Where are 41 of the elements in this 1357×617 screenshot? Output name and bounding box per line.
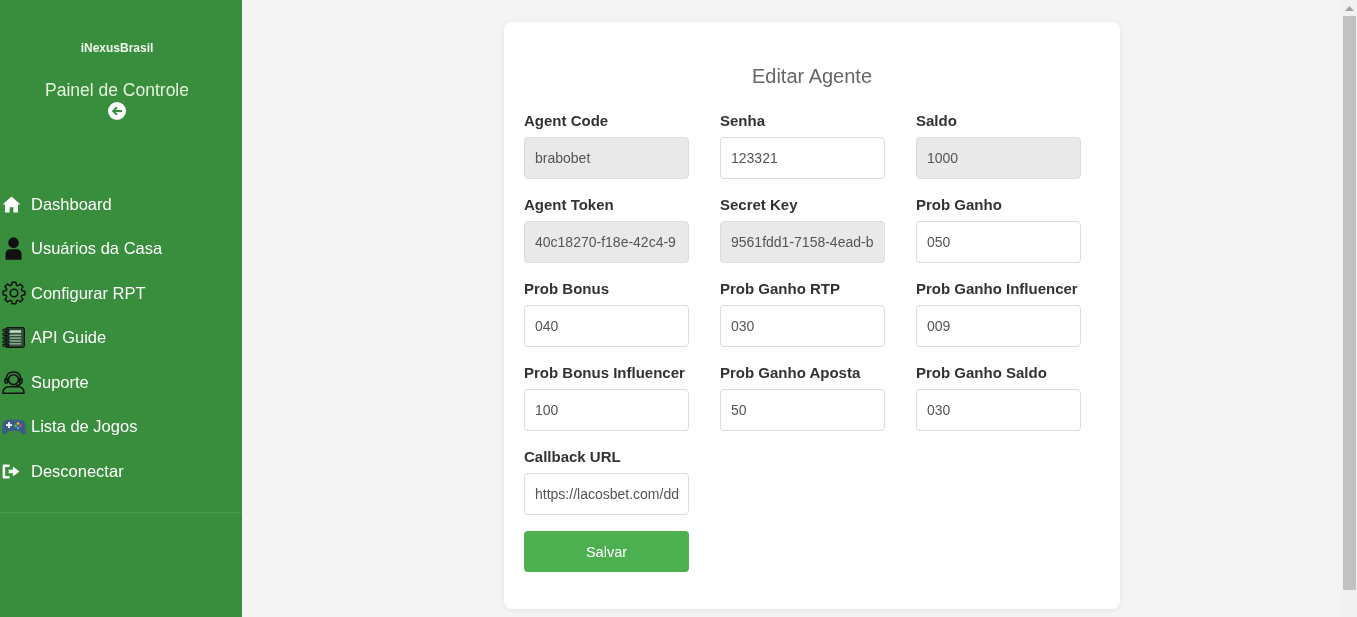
input-field[interactable]: 50 (720, 389, 885, 431)
menu-item[interactable]: Configurar RPT (0, 271, 234, 316)
home-icon (2, 195, 21, 213)
menu-item[interactable]: Lista de Jogos (0, 404, 234, 449)
menu-item[interactable]: Suporte (0, 360, 234, 405)
scroll-up-icon[interactable] (1344, 6, 1354, 11)
field-label: Prob Ganho Aposta (720, 364, 861, 382)
field-label: Agent Code (524, 112, 609, 130)
field-label: Prob Ganho RTP (720, 280, 840, 298)
menu-item[interactable]: Desconectar (0, 449, 234, 494)
gear-icon (2, 281, 26, 306)
field-label: Prob Ganho Saldo (916, 364, 1047, 382)
input-field[interactable]: 050 (916, 221, 1081, 263)
field-label: Prob Ganho (916, 196, 1002, 214)
input-field[interactable]: 030 (720, 305, 885, 347)
input-field[interactable]: https://lacosbet.com/dd (524, 473, 689, 515)
brand-name: iNexusBrasil (80, 41, 154, 55)
field-label: Prob Bonus Influencer (524, 364, 685, 382)
menu-item[interactable]: Dashboard (0, 182, 234, 227)
input-field[interactable]: 100 (524, 389, 689, 431)
notebook-icon (2, 327, 25, 349)
input-field[interactable]: 040 (524, 305, 689, 347)
logout-icon (2, 463, 20, 479)
field-label: Senha (720, 112, 765, 130)
panel-title: Painel de Controle (45, 79, 189, 102)
field-label: Prob Ganho Influencer (916, 280, 1078, 298)
field-label: Saldo (916, 112, 957, 130)
field-label: Callback URL (524, 448, 621, 466)
field-label: Secret Key (720, 196, 798, 214)
headset-person-icon (2, 370, 25, 394)
scrollbar-thumb[interactable] (1342, 16, 1356, 590)
menu-item[interactable]: Usuários da Casa (0, 226, 234, 271)
field-label: Prob Bonus (524, 280, 609, 298)
form-title: Editar Agente (750, 64, 874, 89)
input-field[interactable]: 030 (916, 389, 1081, 431)
user-icon (5, 237, 22, 261)
menu-item[interactable]: API Guide (0, 315, 234, 360)
input-field[interactable]: 123321 (720, 137, 885, 179)
gamepad-icon (2, 418, 26, 435)
input-field[interactable]: 009 (916, 305, 1081, 347)
field-label: Agent Token (524, 196, 614, 214)
